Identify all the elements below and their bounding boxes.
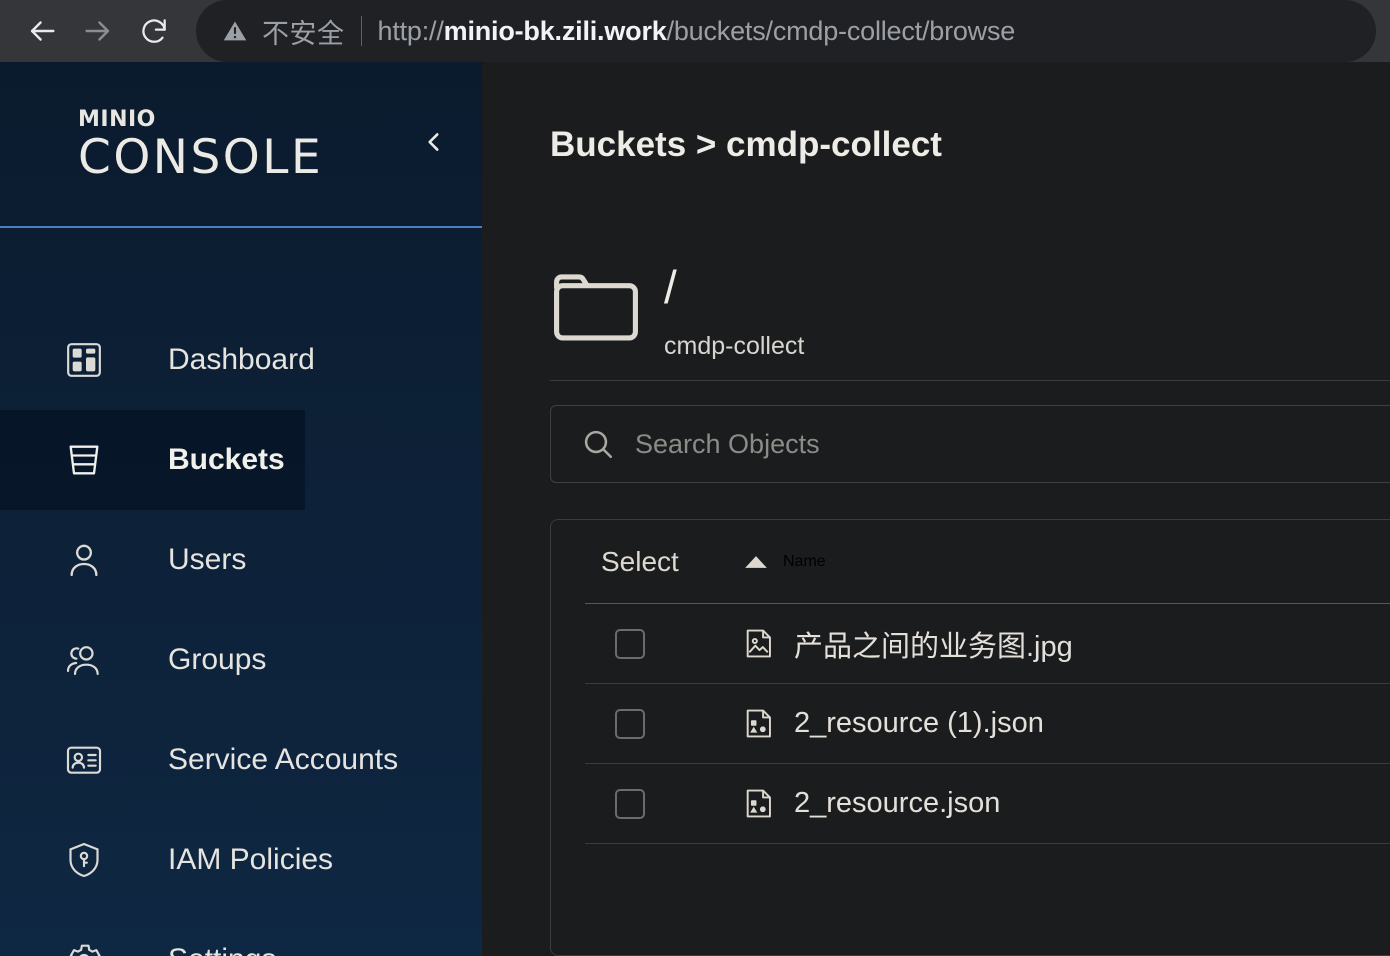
back-button[interactable]	[14, 3, 70, 59]
bucket-path-labels: / cmdp-collect	[664, 264, 804, 361]
breadcrumb[interactable]: Buckets > cmdp-collect	[550, 125, 942, 165]
sidebar-header: MINIO CONSOLE	[0, 62, 482, 228]
sidebar-item-label: Users	[168, 543, 247, 576]
chevron-left-icon	[421, 125, 447, 164]
sidebar-item-label: Dashboard	[168, 343, 315, 376]
table-row[interactable]: 2_resource.json	[585, 764, 1390, 844]
sidebar-item-users[interactable]: Users	[0, 510, 482, 610]
table-row[interactable]: 2_resource (1).json	[585, 684, 1390, 764]
forward-button[interactable]	[70, 3, 126, 59]
sort-ascending-caret-icon	[743, 553, 769, 571]
sidebar-item-groups[interactable]: Groups	[0, 610, 482, 710]
url-scheme: http://	[377, 15, 444, 46]
browse-panel: / cmdp-collect Search Objects Select Nam…	[482, 228, 1390, 956]
row-checkbox[interactable]	[615, 628, 645, 659]
sidebar-nav: Dashboard Buckets Users Groups Service A…	[0, 228, 482, 956]
row-select-cell	[601, 708, 743, 739]
bucket-name-label: cmdp-collect	[664, 332, 805, 360]
main-content: Buckets > cmdp-collect / cmdp-collect Se…	[482, 62, 1390, 956]
sidebar-item-service-accounts[interactable]: Service Accounts	[0, 710, 482, 810]
omnibox-divider	[360, 16, 362, 46]
reload-button[interactable]	[126, 3, 182, 59]
minio-wordmark: MINIO	[78, 107, 323, 132]
minio-console-logo[interactable]: MINIO CONSOLE	[78, 107, 323, 181]
page-header: Buckets > cmdp-collect	[482, 62, 1390, 228]
section-divider	[550, 380, 1390, 381]
shield-icon	[64, 840, 110, 880]
objects-table-header: Select Name	[585, 520, 1390, 604]
row-name-cell: 2_resource.json	[743, 787, 1000, 820]
sidebar: MINIO CONSOLE Dashboard Buckets Users Gr…	[0, 62, 482, 956]
image-file-icon	[743, 627, 776, 660]
search-input[interactable]: Search Objects	[635, 429, 820, 460]
console-logo-text: CONSOLE	[78, 130, 324, 185]
row-select-cell	[601, 788, 743, 819]
search-icon	[581, 427, 615, 461]
dashboard-icon	[64, 340, 110, 380]
minio-logo-text: MINIO	[78, 107, 156, 132]
document-file-icon	[743, 787, 776, 820]
column-header-name[interactable]: Name	[743, 553, 826, 571]
row-checkbox[interactable]	[615, 708, 645, 739]
file-name-label: 2_resource (1).json	[794, 707, 1044, 739]
row-name-cell: 产品之间的业务图.jpg	[743, 623, 1073, 665]
sidebar-item-dashboard[interactable]: Dashboard	[0, 310, 482, 410]
file-name-label: 产品之间的业务图.jpg	[794, 630, 1073, 663]
reload-icon	[138, 15, 170, 47]
user-icon	[64, 540, 110, 580]
document-file-icon	[743, 707, 776, 740]
file-name-label: 2_resource.json	[794, 787, 1001, 819]
url-text: http://minio-bk.zili.work/buckets/cmdp-c…	[378, 16, 1016, 47]
sidebar-item-label: Settings	[168, 943, 276, 956]
back-arrow-icon	[25, 14, 59, 48]
url-domain: minio-bk.zili.work	[443, 15, 667, 46]
forward-arrow-icon	[81, 14, 115, 48]
row-select-cell	[601, 628, 743, 659]
row-checkbox[interactable]	[615, 788, 645, 819]
bucket-path-row: / cmdp-collect	[550, 264, 1390, 364]
url-path: /buckets/cmdp-collect/browse	[666, 15, 1016, 46]
row-name-cell: 2_resource (1).json	[743, 707, 1044, 740]
gear-icon	[64, 940, 110, 956]
search-objects-box[interactable]: Search Objects	[550, 405, 1390, 483]
sidebar-collapse-button[interactable]	[412, 122, 456, 166]
warning-triangle-icon	[222, 18, 248, 44]
table-row[interactable]: 产品之间的业务图.jpg	[585, 604, 1390, 684]
sidebar-item-settings[interactable]: Settings	[0, 910, 482, 956]
id-card-icon	[64, 740, 110, 780]
users-group-icon	[64, 640, 110, 680]
sidebar-item-label: Groups	[168, 643, 267, 676]
column-header-select: Select	[601, 545, 679, 577]
address-bar[interactable]: 不安全 http://minio-bk.zili.work/buckets/cm…	[196, 0, 1376, 62]
folder-icon	[550, 272, 642, 349]
path-separator: /	[664, 261, 677, 313]
column-header-name-label: Name	[783, 552, 826, 570]
sidebar-item-label: Service Accounts	[168, 743, 399, 776]
app-shell: MINIO CONSOLE Dashboard Buckets Users Gr…	[0, 62, 1390, 956]
sidebar-item-iam-policies[interactable]: IAM Policies	[0, 810, 482, 910]
objects-table: Select Name 产品之间的业务图.jpg 2_resource (1).…	[550, 519, 1390, 956]
security-status-label: 不安全	[262, 18, 345, 49]
sidebar-item-label: Buckets	[168, 443, 285, 476]
browser-toolbar: 不安全 http://minio-bk.zili.work/buckets/cm…	[0, 0, 1390, 62]
sidebar-item-buckets[interactable]: Buckets	[0, 410, 305, 510]
sidebar-item-label: IAM Policies	[168, 843, 334, 876]
bucket-icon	[64, 440, 110, 480]
